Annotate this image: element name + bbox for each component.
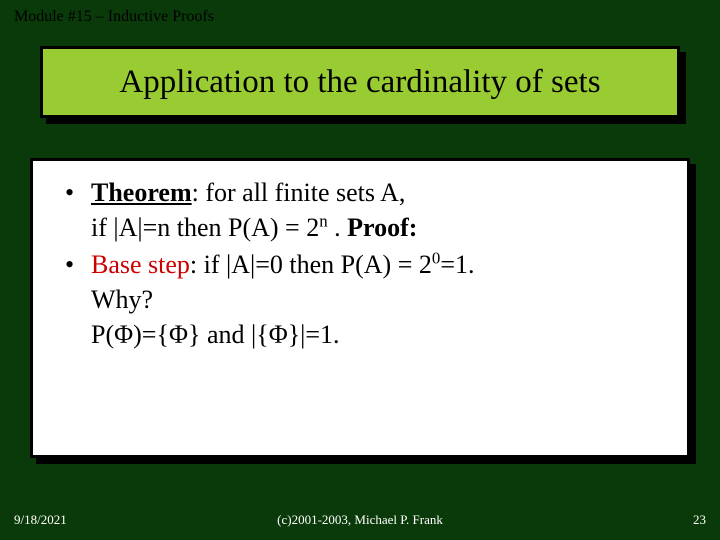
bullet-marker: •	[65, 247, 91, 282]
theorem-lead: : for all finite sets A,	[192, 178, 406, 207]
base-rest-a: : if |A|=0 then P(A) = 2	[190, 250, 432, 279]
footer-copyright: (c)2001-2003, Michael P. Frank	[0, 512, 720, 528]
module-header: Module #15 – Inductive Proofs	[14, 8, 214, 26]
footer-page-number: 23	[693, 512, 706, 528]
slide-title: Application to the cardinality of sets	[119, 64, 600, 101]
proof-label: Proof:	[347, 213, 417, 242]
theorem-line2b: .	[328, 213, 348, 242]
p-line-d: }|=1.	[288, 320, 340, 349]
p-line-a: P(	[91, 320, 114, 349]
content-box: • Theorem: for all finite sets A, if |A|…	[30, 158, 690, 458]
theorem-line2a: if |A|=n then P(A) = 2	[91, 213, 319, 242]
bullet-base: • Base step: if |A|=0 then P(A) = 20=1. …	[65, 247, 659, 352]
base-step-label: Base step	[91, 250, 190, 279]
bullet-theorem: • Theorem: for all finite sets A, if |A|…	[65, 175, 659, 245]
phi-symbol: Φ	[114, 320, 133, 349]
slide-title-box: Application to the cardinality of sets	[40, 46, 680, 118]
base-rest-b: =1.	[440, 250, 474, 279]
bullet-body: Theorem: for all finite sets A, if |A|=n…	[91, 175, 659, 245]
phi-symbol: Φ	[169, 320, 188, 349]
p-line-b: )={	[133, 320, 169, 349]
bullet-marker: •	[65, 175, 91, 210]
p-line-c: } and |{	[188, 320, 269, 349]
why-text: Why?	[91, 285, 153, 314]
phi-symbol: Φ	[269, 320, 288, 349]
bullet-body: Base step: if |A|=0 then P(A) = 20=1. Wh…	[91, 247, 659, 352]
theorem-sup-n: n	[319, 211, 327, 230]
theorem-label: Theorem	[91, 178, 192, 207]
